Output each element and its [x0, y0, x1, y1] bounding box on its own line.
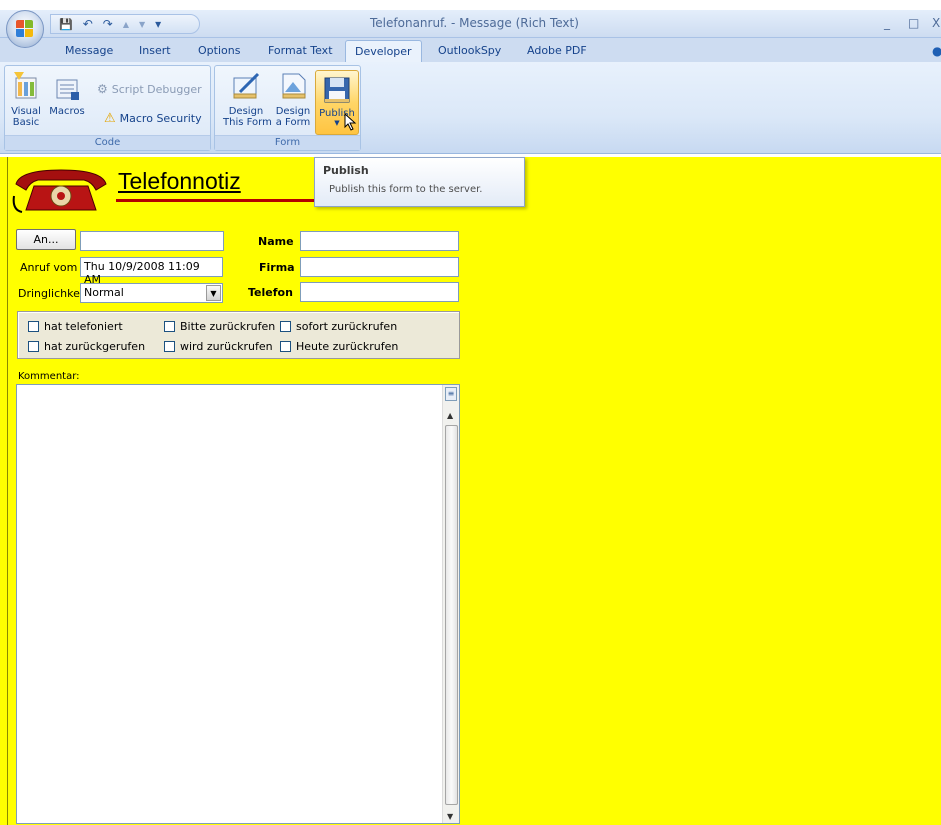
scroll-down-icon[interactable]: ▼ — [447, 812, 453, 821]
telefon-field[interactable] — [300, 282, 459, 302]
publish-button[interactable]: Publish ▼ — [315, 70, 359, 135]
office-logo-icon — [16, 20, 34, 38]
tooltip-description: Publish this form to the server. — [329, 184, 483, 195]
design-this-form-button[interactable]: Design This Form — [223, 70, 272, 128]
tab-message[interactable]: Message — [65, 44, 113, 57]
checkbox-sofort-zurueckrufen[interactable]: sofort zurückrufen — [280, 320, 397, 333]
kommentar-label: Kommentar: — [18, 371, 80, 382]
checkbox-hat-zurueckgerufen[interactable]: hat zurückgerufen — [28, 340, 145, 353]
checkbox-hat-telefoniert[interactable]: hat telefoniert — [28, 320, 123, 333]
heading-rule — [116, 199, 316, 202]
warning-icon: ⚠ — [104, 111, 116, 126]
visual-basic-button[interactable]: Visual Basic — [9, 70, 43, 128]
tab-developer[interactable]: Developer — [345, 40, 422, 63]
callback-options-frame: hat telefoniert Bitte zurückrufen sofort… — [17, 311, 460, 359]
telefon-label: Telefon — [248, 286, 293, 299]
code-group: Visual Basic Macros ⚙ Script Debugger ⚠ … — [4, 65, 211, 151]
checkbox-bitte-zurueckrufen[interactable]: Bitte zurückrufen — [164, 320, 275, 333]
spellcheck-icon[interactable]: ≡ — [445, 387, 457, 401]
checkbox-wird-zurueckrufen[interactable]: wird zurückrufen — [164, 340, 273, 353]
redo-icon[interactable]: ↷ — [103, 17, 113, 31]
name-label: Name — [258, 235, 294, 248]
firma-field[interactable] — [300, 257, 459, 277]
vertical-scrollbar[interactable]: ≡ ▲ ▼ — [442, 385, 459, 823]
next-item-icon[interactable]: ▼ — [139, 20, 145, 29]
title-bar: 💾 ↶ ↷ ▲ ▼ ▾ Telefonanruf. - Message (Ric… — [0, 10, 941, 38]
script-debugger-icon: ⚙ — [97, 82, 108, 96]
undo-icon[interactable]: ↶ — [83, 17, 93, 31]
mouse-cursor-icon — [344, 113, 357, 131]
tab-adobe-pdf[interactable]: Adobe PDF — [527, 44, 587, 57]
tab-format-text[interactable]: Format Text — [268, 44, 333, 57]
help-icon[interactable]: ● — [932, 44, 941, 58]
maximize-button[interactable]: □ — [908, 16, 919, 30]
close-button[interactable]: X — [932, 16, 940, 30]
script-debugger-button[interactable]: ⚙ Script Debugger — [97, 82, 202, 96]
tab-options[interactable]: Options — [198, 44, 240, 57]
tab-outlookspy[interactable]: OutlookSpy — [438, 44, 501, 57]
firma-label: Firma — [259, 261, 295, 274]
macros-button[interactable]: Macros — [45, 70, 89, 117]
previous-item-icon[interactable]: ▲ — [123, 20, 129, 29]
ribbon: Visual Basic Macros ⚙ Script Debugger ⚠ … — [0, 62, 941, 154]
chevron-down-icon[interactable]: ▼ — [206, 285, 221, 301]
quick-access-toolbar: 💾 ↶ ↷ ▲ ▼ ▾ — [50, 14, 200, 34]
minimize-button[interactable]: _ — [884, 16, 890, 30]
save-icon[interactable]: 💾 — [59, 18, 73, 31]
tooltip-title: Publish — [323, 164, 369, 177]
macro-security-button[interactable]: ⚠ Macro Security — [104, 111, 202, 126]
scroll-up-icon[interactable]: ▲ — [447, 411, 453, 420]
design-a-form-button[interactable]: Design a Form — [271, 70, 315, 128]
macros-icon — [51, 70, 83, 102]
customize-qat-icon[interactable]: ▾ — [155, 17, 161, 31]
an-field[interactable] — [80, 231, 224, 251]
telephone-icon — [12, 169, 107, 213]
anruf-vom-label: Anruf vom — [20, 261, 78, 274]
tab-insert[interactable]: Insert — [139, 44, 171, 57]
window-title: Telefonanruf. - Message (Rich Text) — [370, 16, 579, 30]
form-group-label: Form — [215, 135, 360, 150]
office-button[interactable] — [6, 10, 44, 48]
name-field[interactable] — [300, 231, 459, 251]
dringlichkeit-select[interactable]: Normal ▼ — [80, 283, 223, 303]
visual-basic-icon — [10, 70, 42, 102]
design-form-icon — [230, 70, 262, 102]
publish-tooltip: Publish Publish this form to the server. — [314, 157, 525, 207]
ribbon-tabs: Message Insert Options Format Text Devel… — [0, 38, 941, 63]
checkbox-heute-zurueckrufen[interactable]: Heute zurückrufen — [280, 340, 398, 353]
form-heading: Telefonnotiz — [118, 168, 241, 194]
dringlichkeit-label: Dringlichkeit — [18, 287, 88, 300]
design-a-form-icon — [277, 70, 309, 102]
kommentar-textarea[interactable]: ≡ ▲ ▼ — [16, 384, 460, 824]
code-group-label: Code — [5, 135, 210, 150]
an-button[interactable]: An... — [16, 229, 76, 250]
scroll-thumb[interactable] — [445, 425, 458, 805]
anruf-vom-field[interactable]: Thu 10/9/2008 11:09 AM — [80, 257, 223, 286]
publish-icon — [321, 74, 353, 106]
